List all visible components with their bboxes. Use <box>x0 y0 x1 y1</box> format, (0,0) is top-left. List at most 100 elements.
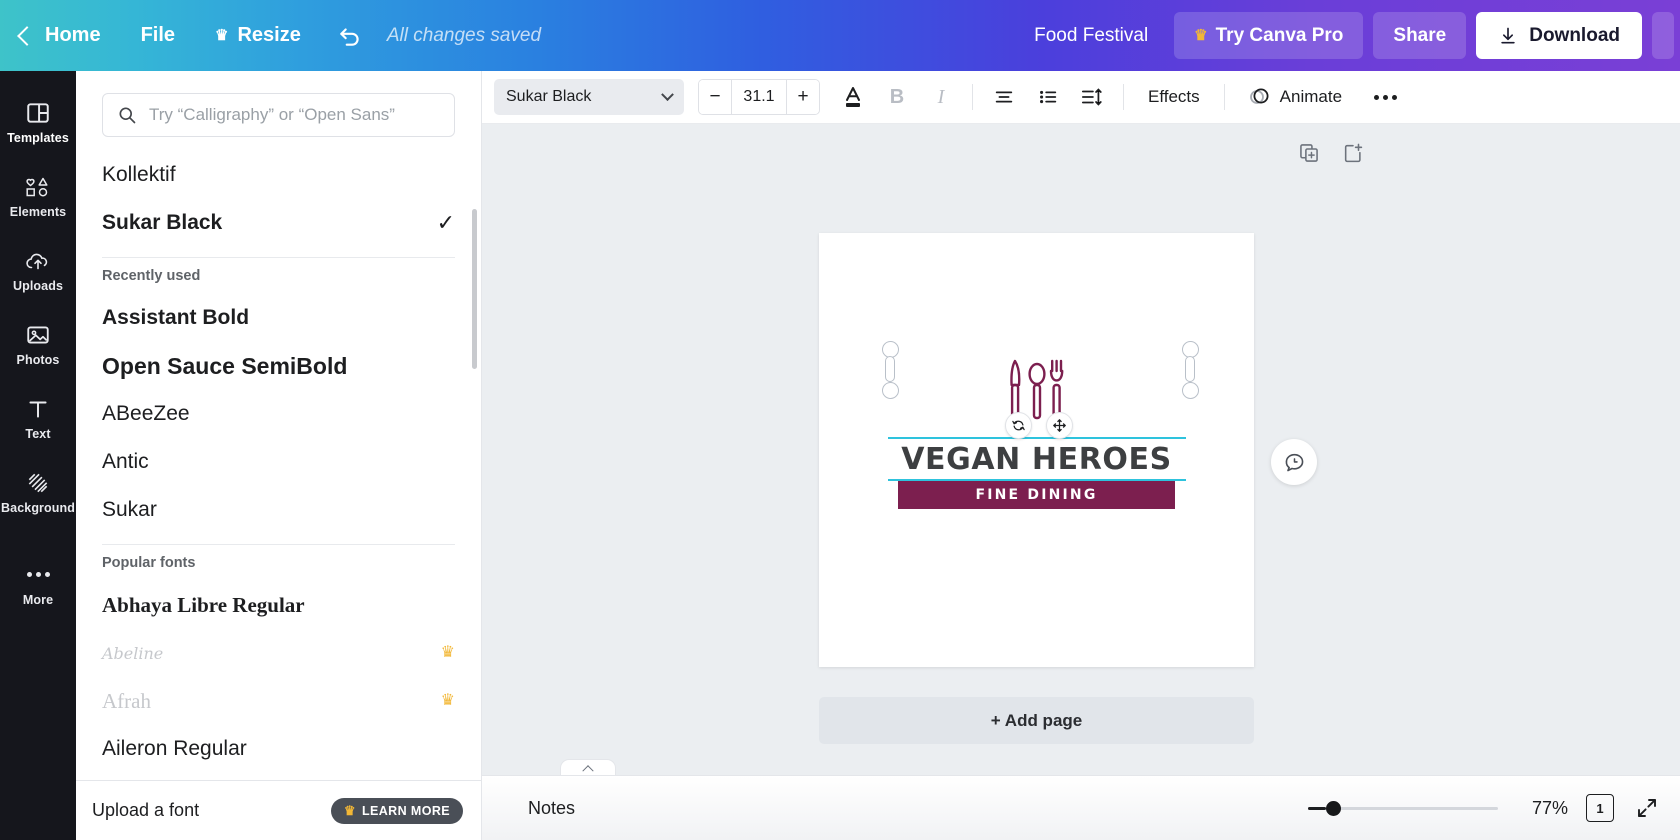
font-list-item-kollektif[interactable]: Kollektif <box>76 151 481 199</box>
zoom-slider-knob[interactable] <box>1326 800 1341 816</box>
download-icon <box>1501 27 1515 44</box>
font-list-item-afrah[interactable]: Afrah ♛ <box>76 677 481 725</box>
page-count-badge[interactable]: 1 <box>1586 794 1614 822</box>
more-options-button[interactable] <box>1364 77 1406 117</box>
home-button[interactable]: Home <box>0 0 121 71</box>
file-label: File <box>140 24 176 46</box>
download-button[interactable]: Download <box>1476 12 1642 59</box>
zoom-slider-fill <box>1308 806 1326 810</box>
font-list-item-antic[interactable]: Antic <box>76 438 481 486</box>
font-picker-panel: Kollektif Sukar Black ✓ Recently used As… <box>76 71 482 840</box>
text-color-button[interactable] <box>832 77 874 117</box>
animate-button[interactable]: Animate <box>1235 85 1354 109</box>
selection-handle-mid-left[interactable] <box>885 356 895 382</box>
line-spacing-button[interactable] <box>1071 77 1113 117</box>
sidebar-item-photos[interactable]: Photos <box>0 307 76 381</box>
bullet-list-button[interactable] <box>1027 77 1069 117</box>
design-page[interactable]: VEGAN HEROES FINE DINING <box>819 233 1254 667</box>
sidebar-item-label: More <box>22 592 54 607</box>
design-title: VEGAN HEROES <box>901 441 1172 477</box>
zoom-controls: 77% 1 <box>1308 793 1662 823</box>
font-size-value[interactable]: 31.1 <box>731 80 787 114</box>
font-list[interactable]: Kollektif Sukar Black ✓ Recently used As… <box>76 151 481 780</box>
resize-button[interactable]: ♛ Resize <box>195 0 321 71</box>
bold-button[interactable]: B <box>876 77 918 117</box>
rotate-button[interactable] <box>1005 412 1032 439</box>
selection-handle-bottom-left[interactable] <box>882 382 899 399</box>
upload-a-font-label[interactable]: Upload a font <box>92 800 199 821</box>
sidebar-item-templates[interactable]: Templates <box>0 85 76 159</box>
comment-button[interactable] <box>1271 439 1317 485</box>
crown-icon: ♛ <box>440 644 455 661</box>
font-name: ABeeZee <box>102 402 190 425</box>
text-align-button[interactable] <box>983 77 1025 117</box>
notes-collapse-tab[interactable] <box>560 759 616 777</box>
font-search-input[interactable] <box>149 105 440 125</box>
subtitle-banner[interactable]: FINE DINING <box>898 481 1175 509</box>
duplicate-page-button[interactable] <box>1298 142 1320 169</box>
text-toolbar: Sukar Black − 31.1 + B I Effects Animate <box>482 71 1680 124</box>
font-list-item-open-sauce-semibold[interactable]: Open Sauce SemiBold <box>76 342 481 390</box>
panel-scrollbar[interactable] <box>472 209 477 369</box>
effects-button[interactable]: Effects <box>1134 77 1214 117</box>
font-list-item-abhaya-libre-regular[interactable]: Abhaya Libre Regular <box>76 581 481 629</box>
italic-button[interactable]: I <box>920 77 962 117</box>
background-hatch-icon <box>28 473 48 492</box>
resize-label: Resize <box>237 24 301 46</box>
zoom-slider[interactable] <box>1308 798 1498 818</box>
photo-image-icon <box>27 325 49 344</box>
fullscreen-button[interactable] <box>1632 793 1662 823</box>
sidebar-item-text[interactable]: Text <box>0 381 76 455</box>
font-search-box[interactable] <box>102 93 455 137</box>
file-menu-button[interactable]: File <box>121 0 195 71</box>
selection-handle-mid-right[interactable] <box>1185 356 1195 382</box>
font-list-item-abeline[interactable]: Abeline ♛ <box>76 629 481 677</box>
comment-bubble-icon <box>1285 453 1303 471</box>
font-list-item-aileron-regular[interactable]: Aileron Regular <box>76 725 481 773</box>
add-page-icon <box>1344 143 1363 163</box>
font-list-item-sukar-black[interactable]: Sukar Black ✓ <box>76 199 481 247</box>
rotate-icon <box>1012 420 1025 431</box>
share-button[interactable]: Share <box>1373 12 1467 59</box>
font-list-item-sukar[interactable]: Sukar <box>76 486 481 534</box>
add-page-button[interactable]: + Add page <box>819 697 1254 744</box>
duplicate-page-icon <box>1300 144 1318 162</box>
templates-grid-icon <box>27 102 49 123</box>
font-size-increase-button[interactable]: + <box>787 80 819 114</box>
sidebar-item-elements[interactable]: Elements <box>0 159 76 233</box>
add-page-button-top[interactable] <box>1342 142 1364 169</box>
animate-label: Animate <box>1279 87 1343 106</box>
document-title[interactable]: Food Festival <box>1018 25 1164 47</box>
text-t-icon <box>29 401 47 418</box>
sidebar-item-background[interactable]: Background <box>0 455 76 529</box>
overflow-menu-button[interactable] <box>1652 12 1674 59</box>
divider <box>1223 84 1225 110</box>
try-canva-pro-button[interactable]: ♛ Try Canva Pro <box>1174 12 1364 59</box>
font-list-item-abeezee[interactable]: ABeeZee <box>76 390 481 438</box>
font-family-select[interactable]: Sukar Black <box>494 79 684 115</box>
sidebar-item-label: Templates <box>7 130 69 145</box>
line-spacing-icon <box>1081 88 1102 106</box>
move-button[interactable] <box>1046 412 1073 439</box>
selection-handle-bottom-right[interactable] <box>1182 382 1199 399</box>
undo-button[interactable] <box>321 0 373 71</box>
check-icon: ✓ <box>436 210 455 235</box>
divider <box>972 84 973 110</box>
notes-button[interactable]: Notes <box>528 798 575 819</box>
font-list-item-assistant-bold[interactable]: Assistant Bold <box>76 294 481 342</box>
more-horizontal-icon <box>1373 84 1397 110</box>
home-label: Home <box>45 24 101 46</box>
bold-label: B <box>889 85 905 108</box>
font-size-decrease-button[interactable]: − <box>699 80 731 114</box>
font-size-stepper[interactable]: − 31.1 + <box>698 79 820 115</box>
crown-icon: ♛ <box>1194 27 1208 44</box>
title-text-element[interactable]: VEGAN HEROES <box>887 437 1186 481</box>
crown-icon: ♛ <box>215 27 229 44</box>
learn-more-button[interactable]: ♛ LEARN MORE <box>330 797 463 824</box>
font-name: Abhaya Libre Regular <box>102 592 305 617</box>
chevron-left-icon <box>17 25 37 46</box>
canvas-area[interactable]: VEGAN HEROES FINE DINING + Add page <box>482 124 1680 775</box>
sidebar-item-uploads[interactable]: Uploads <box>0 233 76 307</box>
sidebar-item-more[interactable]: More <box>0 547 76 621</box>
cloud-upload-icon <box>26 253 48 269</box>
